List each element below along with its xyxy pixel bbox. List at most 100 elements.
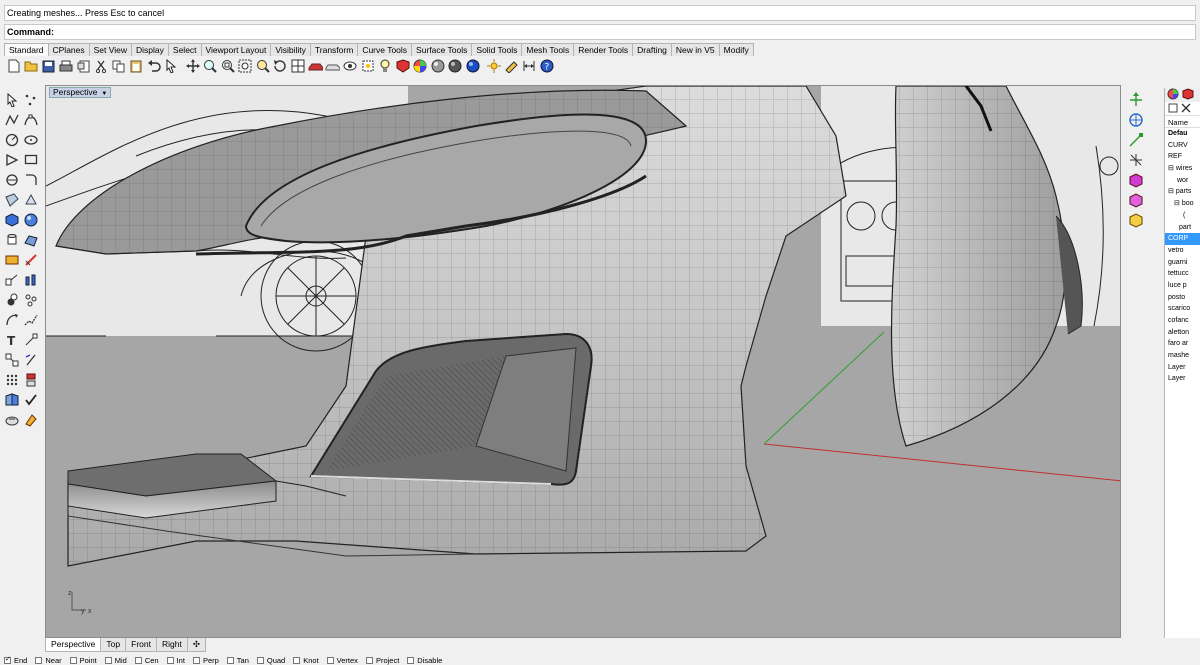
four-viewports-icon[interactable] xyxy=(290,59,305,74)
osnap-option[interactable]: Mid xyxy=(104,656,127,665)
toolbar-tab[interactable]: Drafting xyxy=(632,43,672,56)
add-viewport-icon[interactable]: ✣ xyxy=(186,638,206,652)
viewport-tab[interactable]: Front xyxy=(125,638,157,652)
osnap-option[interactable]: Cen xyxy=(134,656,159,665)
gumball-align-icon[interactable] xyxy=(1124,150,1148,170)
osnap-checkbox[interactable] xyxy=(293,657,301,664)
rendered-sphere-icon[interactable] xyxy=(465,59,480,74)
osnap-option[interactable]: Quad xyxy=(256,656,285,665)
toolbar-tab[interactable]: New in V5 xyxy=(670,43,720,56)
transform-icon[interactable] xyxy=(2,271,21,289)
layer-row[interactable]: faro ar xyxy=(1165,338,1200,350)
toolbar-tab[interactable]: Render Tools xyxy=(573,43,634,56)
dimension-tool-icon[interactable] xyxy=(21,251,40,269)
circle-icon[interactable] xyxy=(2,131,21,149)
toolbar-tab[interactable]: Set View xyxy=(88,43,133,56)
layer-row[interactable]: REF xyxy=(1165,151,1200,163)
osnap-checkbox[interactable] xyxy=(4,656,11,664)
paint-icon[interactable] xyxy=(21,411,40,429)
osnap-checkbox[interactable] xyxy=(134,657,142,664)
gumball-rotate-icon[interactable] xyxy=(1124,110,1148,130)
text-icon[interactable]: T xyxy=(2,331,21,349)
magenta-cube-alt-icon[interactable] xyxy=(1124,190,1148,210)
analyze-icon[interactable] xyxy=(21,291,40,309)
copy-icon[interactable] xyxy=(111,59,126,74)
lightbulb-icon[interactable] xyxy=(378,59,393,74)
arc-icon[interactable] xyxy=(2,171,21,189)
new-layer-icon[interactable] xyxy=(1168,103,1178,115)
toolbar-tab[interactable]: Select xyxy=(167,43,202,56)
undo-icon[interactable] xyxy=(146,59,161,74)
layer-row[interactable]: wor xyxy=(1165,175,1200,187)
car-model-wireframe[interactable] xyxy=(46,86,1121,638)
surface-from-curves-icon[interactable] xyxy=(2,191,21,209)
osnap-checkbox[interactable] xyxy=(35,657,43,664)
gumball-scale-icon[interactable] xyxy=(1124,130,1148,150)
toolbar-tab[interactable]: Standard xyxy=(4,43,49,56)
command-prompt[interactable]: Command: xyxy=(4,24,1196,40)
viewport-tab[interactable]: Right xyxy=(155,638,188,652)
toolbar-tab[interactable]: Solid Tools xyxy=(471,43,523,56)
render-icon[interactable] xyxy=(2,251,21,269)
osnap-checkbox[interactable] xyxy=(192,657,200,664)
magenta-cube-icon[interactable] xyxy=(1124,170,1148,190)
delete-layer-icon[interactable] xyxy=(1181,103,1191,115)
solid-union-icon[interactable] xyxy=(2,291,21,309)
pan-icon[interactable] xyxy=(185,59,200,74)
osnap-checkbox[interactable] xyxy=(326,657,334,664)
curve-from-object-icon[interactable] xyxy=(2,311,21,329)
hide-objects-icon[interactable] xyxy=(343,59,358,74)
point-cloud-icon[interactable] xyxy=(21,91,40,109)
layer-row[interactable]: aletton xyxy=(1165,327,1200,339)
layer-row[interactable]: luce p xyxy=(1165,280,1200,292)
viewport-title[interactable]: Perspective ▼ xyxy=(49,87,112,98)
zoom-extents-icon[interactable] xyxy=(238,59,253,74)
osnap-checkbox[interactable] xyxy=(104,657,112,664)
osnap-checkbox[interactable] xyxy=(226,657,234,664)
print-icon[interactable] xyxy=(59,59,74,74)
edit-points-icon[interactable] xyxy=(21,331,40,349)
viewport-tab[interactable]: Perspective xyxy=(45,638,102,652)
osnap-checkbox[interactable] xyxy=(365,657,373,664)
toolbar-tab[interactable]: CPlanes xyxy=(47,43,90,56)
rotate-view-icon[interactable] xyxy=(273,59,288,74)
fillet-curve-icon[interactable] xyxy=(21,171,40,189)
layer-row[interactable]: Layer xyxy=(1165,373,1200,385)
help-icon[interactable]: ? xyxy=(539,59,554,74)
toolbar-tab[interactable]: Mesh Tools xyxy=(521,43,575,56)
boolean-icon[interactable] xyxy=(21,271,40,289)
layer-row[interactable]: ( xyxy=(1165,210,1200,222)
open-file-icon[interactable] xyxy=(24,59,39,74)
render-tools-icon[interactable] xyxy=(504,59,519,74)
toolbar-tab[interactable]: Display xyxy=(131,43,169,56)
zoom-window-icon[interactable] xyxy=(220,59,235,74)
toolbar-tab[interactable]: Curve Tools xyxy=(357,43,413,56)
perspective-viewport[interactable]: Perspective ▼ z y x xyxy=(45,85,1121,638)
extrude-surface-icon[interactable] xyxy=(21,191,40,209)
sun-icon[interactable] xyxy=(487,59,502,74)
layer-row[interactable]: vetro xyxy=(1165,245,1200,257)
osnap-option[interactable]: Near xyxy=(35,656,62,665)
cylinder-icon[interactable] xyxy=(2,231,21,249)
layer-row[interactable]: part xyxy=(1165,222,1200,234)
toolbar-tab[interactable]: Modify xyxy=(718,43,754,56)
layer-object-icon[interactable] xyxy=(21,371,40,389)
osnap-option[interactable]: Perp xyxy=(192,656,219,665)
viewport-tab[interactable]: Top xyxy=(100,638,127,652)
rectangle-icon[interactable] xyxy=(21,151,40,169)
toolbar-tab[interactable]: Visibility xyxy=(270,43,311,56)
block-icon[interactable] xyxy=(2,391,21,409)
layer-row[interactable]: CORP xyxy=(1165,233,1200,245)
ellipse-icon[interactable] xyxy=(21,131,40,149)
layer-row[interactable]: CURV xyxy=(1165,140,1200,152)
layers-column-name[interactable]: Name xyxy=(1165,115,1200,128)
osnap-option[interactable]: Tan xyxy=(226,656,249,665)
paste-icon[interactable] xyxy=(129,59,144,74)
layer-row[interactable]: guarni xyxy=(1165,257,1200,269)
layer-row[interactable]: ⊟ wires xyxy=(1165,163,1200,175)
toolbar-tab[interactable]: Viewport Layout xyxy=(200,43,272,56)
dimension-icon[interactable] xyxy=(522,59,537,74)
tree-expander-icon[interactable]: ⊟ xyxy=(1174,200,1180,207)
layer-row[interactable]: scarico xyxy=(1165,303,1200,315)
osnap-option[interactable]: Disable xyxy=(407,656,442,665)
